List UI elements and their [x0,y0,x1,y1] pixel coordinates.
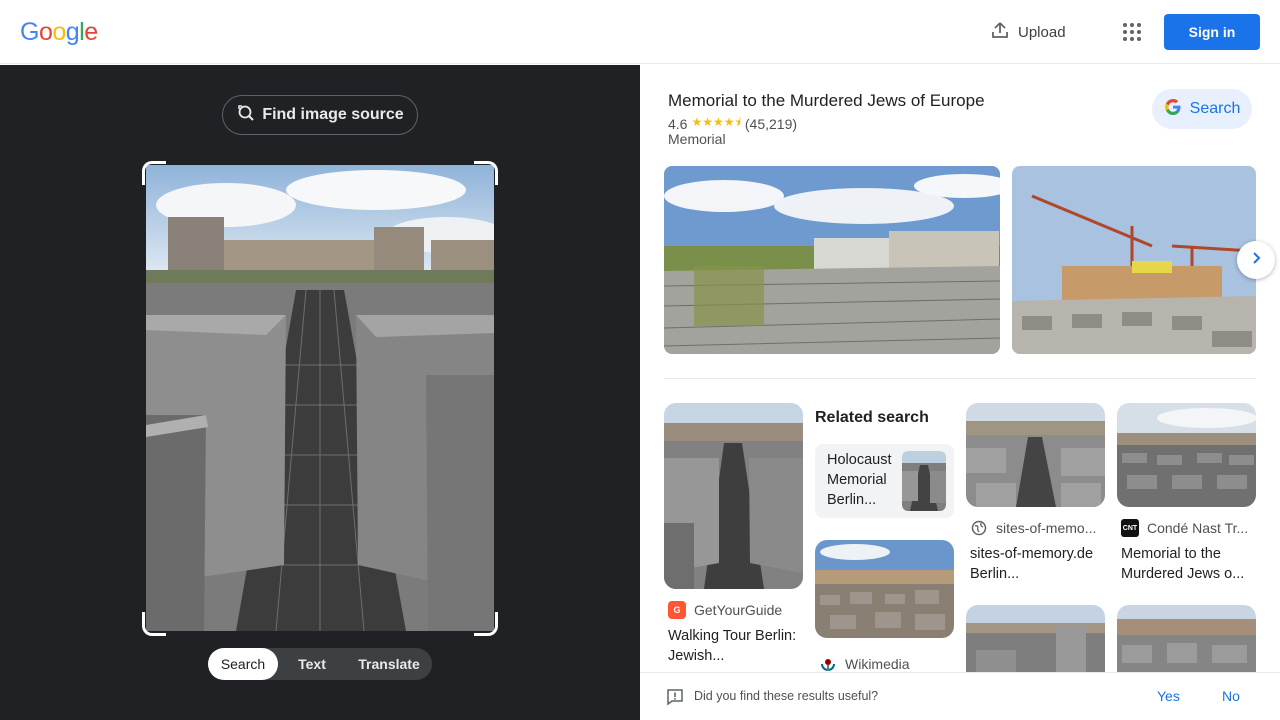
results-panel: Memorial to the Murdered Jews of Europe … [640,65,1280,720]
lens-image-panel: Find image source Search Text Translate [0,65,640,720]
related-search-heading: Related search [815,409,929,426]
result-source-label: sites-of-memo... [996,520,1097,536]
visual-match-thumb-1[interactable] [664,403,803,589]
result-title-4[interactable]: Memorial to the Murdered Jews o... [1121,544,1256,584]
visual-match-thumb-3[interactable] [966,403,1105,507]
visual-match-thumb-2[interactable] [815,540,954,638]
review-count: (45,219) [744,115,798,132]
result-source-2[interactable]: Wikimedia [819,655,910,673]
getyourguide-icon: G [668,601,686,619]
globe-icon [970,519,988,537]
upload-button[interactable]: Upload [990,18,1066,46]
result-source-label: Wikimedia [845,656,910,672]
tab-translate[interactable]: Translate [346,648,432,680]
result-source-1[interactable]: G GetYourGuide [668,601,782,619]
feedback-question: Did you find these results useful? [694,689,879,703]
carousel-next-button[interactable] [1237,241,1275,279]
carousel-image-1[interactable] [664,166,1000,354]
feedback-bar: Did you find these results useful? Yes N… [640,672,1280,720]
knowledge-panel-search-label: Search [1189,100,1241,117]
selection-frame[interactable] [142,161,498,636]
tab-text[interactable]: Text [278,648,346,680]
crop-corner-bottom-right[interactable] [474,612,498,636]
wikimedia-icon [819,655,837,673]
knowledge-panel-title[interactable]: Memorial to the Murdered Jews of Europe [668,91,985,111]
apps-grid-icon[interactable] [1120,20,1144,44]
sign-in-button[interactable]: Sign in [1164,14,1260,50]
visual-match-thumb-4[interactable] [1117,403,1256,507]
conde-nast-icon: CNT [1121,519,1139,537]
crop-corner-bottom-left[interactable] [142,612,166,636]
related-search-thumb [902,451,946,511]
logo-letter: e [84,18,98,46]
result-title-3[interactable]: sites-of-memory.de Berlin... [970,544,1105,584]
result-title-1[interactable]: Walking Tour Berlin: Jewish... [668,626,798,666]
lens-mode-tabs: Search Text Translate [208,648,432,680]
crop-corner-top-left[interactable] [142,161,166,185]
logo-letter: o [52,18,66,46]
google-logo[interactable]: Google [20,18,98,47]
result-source-3[interactable]: sites-of-memo... [970,519,1096,537]
google-g-icon [1164,98,1182,121]
find-image-source-label: Find image source [262,106,404,123]
logo-letter: o [38,18,53,46]
top-bar: Google Upload Sign in [0,0,1280,64]
result-source-4[interactable]: CNT Condé Nast Tr... [1121,519,1248,537]
rating-value: 4.6 [668,115,688,132]
feedback-no-button[interactable]: No [1222,688,1240,704]
carousel-image-2[interactable] [1012,166,1256,354]
place-type: Memorial [668,131,726,147]
lens-search-icon [236,103,256,128]
section-divider [664,378,1256,379]
uploaded-photo [146,165,494,631]
upload-label: Upload [1018,23,1066,41]
related-search-card[interactable]: Holocaust Memorial Berlin... [815,444,954,518]
related-search-label: Holocaust Memorial Berlin... [827,452,892,508]
knowledge-panel-search-button[interactable]: Search [1152,89,1252,129]
logo-letter: G [20,18,39,46]
tab-search[interactable]: Search [208,648,278,680]
crop-corner-top-right[interactable] [474,161,498,185]
feedback-yes-button[interactable]: Yes [1157,688,1180,704]
logo-letter: g [65,18,80,46]
chevron-right-icon [1248,250,1264,271]
feedback-icon [666,688,684,711]
find-image-source-button[interactable]: Find image source [222,95,418,135]
upload-icon [990,20,1010,44]
result-source-label: Condé Nast Tr... [1147,520,1249,536]
result-source-label: GetYourGuide [694,602,783,618]
